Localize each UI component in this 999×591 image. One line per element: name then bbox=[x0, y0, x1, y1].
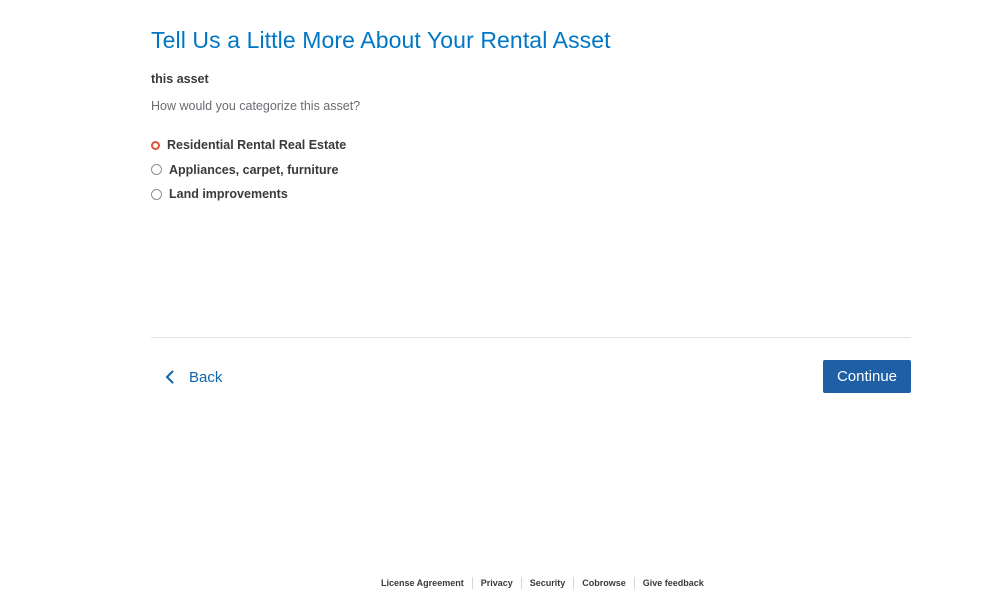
footer-link-privacy[interactable]: Privacy bbox=[473, 578, 521, 588]
chevron-left-icon bbox=[165, 370, 179, 384]
footer: License Agreement Privacy Security Cobro… bbox=[373, 577, 712, 589]
question-text: How would you categorize this asset? bbox=[151, 99, 361, 113]
radio-option-appliances-carpet-furniture[interactable]: Appliances, carpet, furniture bbox=[151, 158, 346, 183]
radio-label[interactable]: Land improvements bbox=[169, 187, 288, 201]
back-button[interactable]: Back bbox=[165, 363, 222, 391]
back-label[interactable]: Back bbox=[189, 369, 222, 386]
footer-link-give-feedback[interactable]: Give feedback bbox=[635, 578, 712, 588]
footer-link-license-agreement[interactable]: License Agreement bbox=[373, 578, 472, 588]
footer-link-cobrowse[interactable]: Cobrowse bbox=[574, 578, 634, 588]
continue-button[interactable]: Continue bbox=[823, 360, 911, 393]
page-subtitle: this asset bbox=[151, 72, 209, 86]
radio-option-land-improvements[interactable]: Land improvements bbox=[151, 182, 346, 207]
page-title: Tell Us a Little More About Your Rental … bbox=[151, 27, 611, 53]
radio-button[interactable] bbox=[151, 164, 162, 176]
section-divider bbox=[151, 337, 911, 338]
radio-button-selected[interactable] bbox=[151, 140, 160, 150]
radio-label[interactable]: Residential Rental Real Estate bbox=[167, 138, 346, 152]
footer-link-security[interactable]: Security bbox=[522, 578, 574, 588]
asset-category-radio-group: Residential Rental Real Estate Appliance… bbox=[151, 133, 346, 207]
radio-option-residential-rental-real-estate[interactable]: Residential Rental Real Estate bbox=[151, 133, 346, 158]
page: Tell Us a Little More About Your Rental … bbox=[0, 0, 999, 591]
radio-label[interactable]: Appliances, carpet, furniture bbox=[169, 163, 338, 177]
radio-button[interactable] bbox=[151, 188, 162, 200]
